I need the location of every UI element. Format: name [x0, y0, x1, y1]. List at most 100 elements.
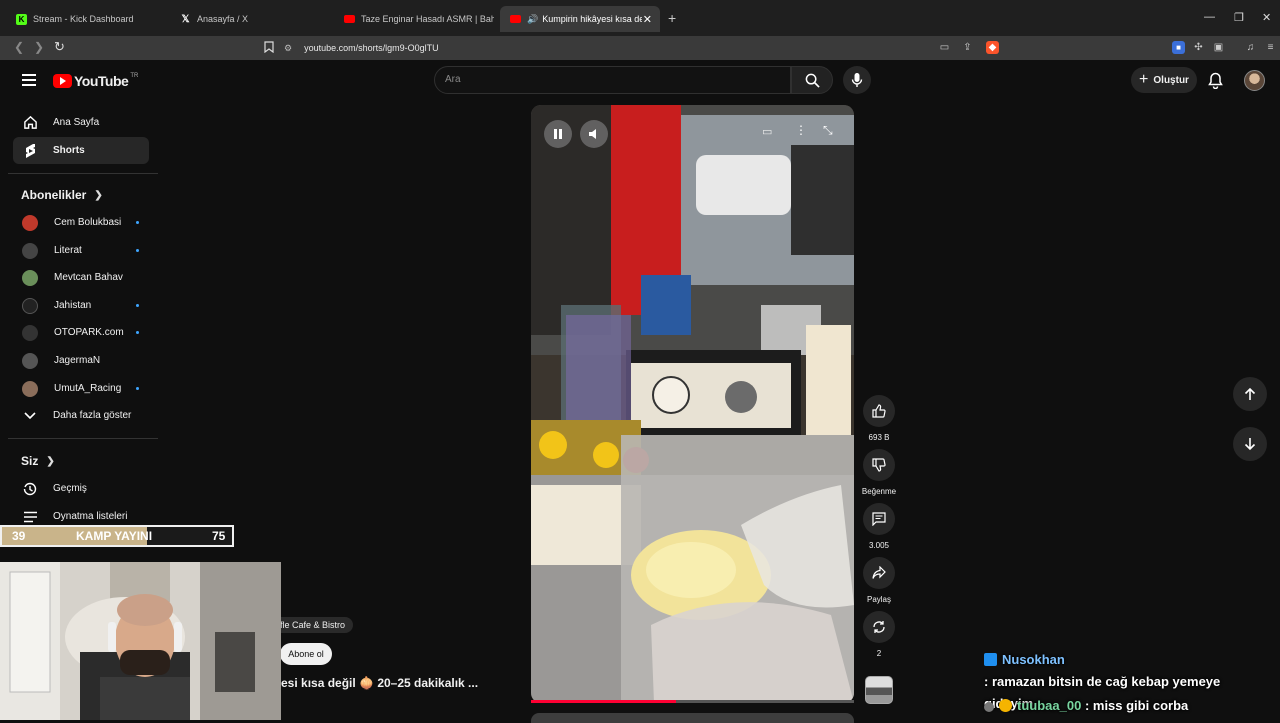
chat-badge-icon	[984, 653, 997, 666]
channel-avatar	[22, 380, 38, 397]
previous-short-button[interactable]	[1233, 377, 1267, 411]
chevron-right-icon: ❯	[94, 189, 103, 201]
search-icon	[805, 73, 820, 88]
url-text: youtube.com/shorts/lgm9-O0glTU	[304, 43, 439, 53]
share-page-icon[interactable]: ⇪	[961, 41, 974, 54]
tab-title: Taze Enginar Hasadı ASMR | Bahçede	[361, 14, 494, 24]
sidebar-item-literat[interactable]: Literat	[13, 237, 149, 264]
share-button[interactable]: Paylaş	[863, 557, 895, 604]
plus-icon: +	[1139, 71, 1149, 88]
subscriptions-heading[interactable]: Abonelikler ❯	[21, 188, 103, 202]
webcam-feed	[0, 562, 281, 720]
account-avatar[interactable]	[1244, 70, 1265, 91]
voice-search-button[interactable]	[843, 66, 871, 94]
channel-avatar	[22, 324, 38, 341]
bookmark-icon[interactable]	[264, 41, 274, 56]
sidebar-item-cem-bolukbasi[interactable]: Cem Bolukbasi	[13, 209, 149, 236]
video-progress-bar[interactable]	[531, 700, 854, 703]
you-heading[interactable]: Siz ❯	[21, 454, 55, 468]
sidebar-item-history[interactable]: Geçmiş	[13, 475, 149, 502]
extension-icon[interactable]: ■	[1172, 41, 1185, 54]
like-button[interactable]: 693 B	[863, 395, 895, 442]
chat-username: Nusokhan	[1002, 652, 1065, 667]
restore-button[interactable]: ❐	[1234, 11, 1244, 24]
sidebar-toggle-icon[interactable]: ▣	[1212, 41, 1225, 54]
like-count: 693 B	[868, 433, 890, 442]
short-video-player[interactable]: ▭ ⋮ ⤡	[531, 105, 854, 703]
tab-kick-dashboard[interactable]: K Stream - Kick Dashboard	[6, 6, 166, 32]
search-button[interactable]	[791, 66, 833, 94]
sidebar-item-label: Jahistan	[54, 300, 92, 311]
sidebar-item-label: JagermaN	[54, 355, 101, 366]
extensions-puzzle-icon[interactable]: ✣	[1192, 41, 1205, 54]
dislike-button[interactable]: Beğenme	[862, 449, 896, 496]
comments-button[interactable]: 3.005	[863, 503, 895, 550]
remix-icon	[873, 621, 885, 633]
new-content-dot	[136, 304, 139, 307]
video-frame	[531, 105, 854, 703]
minimize-button[interactable]: —	[1204, 11, 1215, 23]
new-content-dot	[136, 331, 139, 334]
youtube-play-icon	[53, 74, 72, 88]
forward-icon[interactable]: ❯	[34, 40, 44, 54]
notifications-button[interactable]	[1208, 72, 1223, 94]
sidebar-item-home[interactable]: Ana Sayfa	[13, 109, 149, 136]
browser-tab-bar: K Stream - Kick Dashboard 𝕏 Anasayfa / X…	[0, 0, 1280, 36]
fullscreen-icon[interactable]: ⤡	[823, 123, 833, 138]
chat-message: tuubaa_00 : miss gibi corba	[984, 695, 1188, 717]
url-field[interactable]: ⚙ youtube.com/shorts/lgm9-O0glTU	[284, 38, 1004, 58]
captions-icon[interactable]: ▭	[762, 125, 772, 138]
sidebar-item-label: Oynatma listeleri	[53, 511, 128, 522]
sidebar-item-label: UmutA_Racing	[54, 383, 122, 394]
close-window-button[interactable]: ✕	[1262, 11, 1271, 24]
guide-menu-icon[interactable]	[22, 74, 36, 89]
create-label: Oluştur	[1153, 74, 1189, 86]
chevron-right-icon: ❯	[46, 455, 55, 467]
back-icon[interactable]: ❮	[14, 40, 24, 54]
sidebar-item-label: Ana Sayfa	[53, 117, 100, 128]
tab-x-home[interactable]: 𝕏 Anasayfa / X	[170, 6, 330, 32]
comment-count: 3.005	[868, 541, 890, 550]
sidebar-item-jagerman[interactable]: JagermaN	[13, 347, 149, 374]
sidebar-item-otopark[interactable]: OTOPARK.com	[13, 319, 149, 346]
overlay-right-number: 75	[212, 529, 226, 543]
overlay-left-number: 39	[12, 529, 26, 543]
kick-icon: K	[16, 13, 27, 25]
pause-button[interactable]	[544, 120, 572, 148]
logo-region: TR	[130, 73, 139, 79]
channel-name[interactable]: fle Cafe & Bistro	[272, 617, 354, 633]
show-more-button[interactable]: Daha fazla göster	[13, 402, 149, 429]
tab-youtube-kumpir[interactable]: 🔊 Kumpirin hikâyesi kısa değil 🧅 ✕	[500, 6, 660, 32]
subscribe-button[interactable]: Abone ol	[280, 643, 332, 665]
search-input[interactable]: Ara	[434, 66, 791, 94]
chevron-down-icon	[21, 411, 39, 420]
sidebar-item-shorts[interactable]: Shorts	[13, 137, 149, 164]
menu-icon[interactable]: ≡	[1264, 41, 1277, 54]
channel-avatar	[22, 242, 38, 259]
cast-icon[interactable]: ▭	[938, 41, 951, 54]
new-tab-button[interactable]: +	[668, 10, 676, 26]
tab-youtube-enginar[interactable]: Taze Enginar Hasadı ASMR | Bahçede	[334, 6, 494, 32]
volume-button[interactable]	[580, 120, 608, 148]
media-icon[interactable]: ♫	[1244, 41, 1257, 54]
create-button[interactable]: + Oluştur	[1131, 67, 1197, 93]
next-short-button[interactable]	[1233, 427, 1267, 461]
chat-badge-icon	[984, 702, 994, 712]
microphone-icon	[851, 73, 863, 87]
sidebar-item-label: Geçmiş	[53, 483, 87, 494]
brave-shield-icon[interactable]: ◆	[986, 41, 999, 54]
sidebar-item-mevtcan-bahav[interactable]: Mevtcan Bahav	[13, 264, 149, 291]
sidebar-item-umuta-racing[interactable]: UmutA_Racing	[13, 375, 149, 402]
tab-title: Anasayfa / X	[197, 14, 249, 24]
close-tab-icon[interactable]: ✕	[643, 13, 652, 26]
more-options-icon[interactable]: ⋮	[795, 123, 807, 137]
youtube-logo[interactable]: YouTube TR	[53, 73, 138, 89]
reload-icon[interactable]: ↻	[54, 39, 65, 55]
sidebar-item-jahistan[interactable]: Jahistan	[13, 292, 149, 319]
chat-username: tuubaa_00	[1017, 698, 1082, 713]
channel-avatar	[22, 269, 38, 286]
audio-source-thumbnail[interactable]	[865, 676, 893, 704]
site-info-icon[interactable]: ⚙	[284, 43, 292, 54]
short-title: esi kısa değil 🧅 20–25 dakikalık ...	[281, 676, 479, 690]
remix-button[interactable]: 2	[863, 611, 895, 658]
